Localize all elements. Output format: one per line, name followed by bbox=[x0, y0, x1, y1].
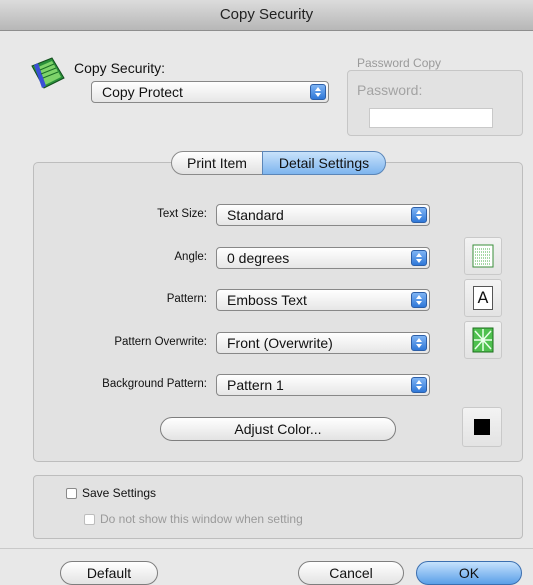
text-size-value: Standard bbox=[227, 207, 284, 223]
color-swatch-fill bbox=[474, 419, 490, 435]
password-field[interactable] bbox=[369, 108, 493, 128]
copy-security-icon bbox=[28, 56, 68, 94]
popup-arrows-icon bbox=[411, 377, 427, 393]
angle-label: Angle: bbox=[174, 251, 207, 263]
do-not-show-checkbox[interactable] bbox=[84, 514, 95, 525]
background-pattern-label: Background Pattern: bbox=[102, 378, 207, 390]
copy-security-value: Copy Protect bbox=[102, 84, 183, 100]
copy-security-label: Copy Security: bbox=[74, 60, 166, 76]
angle-preview-icon bbox=[464, 237, 502, 275]
window-title: Copy Security bbox=[0, 0, 533, 31]
save-settings-checkbox[interactable] bbox=[66, 488, 77, 499]
angle-value: 0 degrees bbox=[227, 250, 290, 266]
save-settings-group bbox=[33, 475, 523, 539]
emboss-text-glyph: A bbox=[473, 286, 493, 310]
pattern-popup[interactable]: Emboss Text bbox=[216, 289, 430, 311]
text-size-popup[interactable]: Standard bbox=[216, 204, 430, 226]
popup-arrows-icon bbox=[411, 250, 427, 266]
password-label: Password: bbox=[357, 82, 423, 98]
adjust-color-button[interactable]: Adjust Color... bbox=[160, 417, 396, 441]
popup-arrows-icon bbox=[411, 335, 427, 351]
tab-detail-settings[interactable]: Detail Settings bbox=[262, 151, 386, 175]
emboss-preview: A bbox=[464, 279, 502, 317]
text-size-label: Text Size: bbox=[157, 208, 207, 220]
popup-arrows-icon bbox=[310, 84, 326, 100]
popup-arrows-icon bbox=[411, 292, 427, 308]
background-pattern-value: Pattern 1 bbox=[227, 377, 284, 393]
background-pattern-popup[interactable]: Pattern 1 bbox=[216, 374, 430, 396]
do-not-show-label: Do not show this window when setting bbox=[100, 512, 303, 526]
pattern-overwrite-label: Pattern Overwrite: bbox=[114, 336, 207, 348]
pattern-value: Emboss Text bbox=[227, 292, 307, 308]
ok-button[interactable]: OK bbox=[416, 561, 522, 585]
bottom-separator bbox=[0, 548, 533, 549]
password-copy-group-label: Password Copy bbox=[357, 56, 442, 70]
popup-arrows-icon bbox=[411, 207, 427, 223]
default-button[interactable]: Default bbox=[60, 561, 158, 585]
copy-security-popup[interactable]: Copy Protect bbox=[91, 81, 329, 103]
pattern-overwrite-value: Front (Overwrite) bbox=[227, 335, 333, 351]
overwrite-preview-icon bbox=[464, 321, 502, 359]
save-settings-label: Save Settings bbox=[82, 486, 157, 500]
color-swatch[interactable] bbox=[462, 407, 502, 447]
tab-print-item[interactable]: Print Item bbox=[171, 151, 263, 175]
pattern-overwrite-popup[interactable]: Front (Overwrite) bbox=[216, 332, 430, 354]
pattern-label: Pattern: bbox=[166, 293, 207, 305]
cancel-button[interactable]: Cancel bbox=[298, 561, 404, 585]
angle-popup[interactable]: 0 degrees bbox=[216, 247, 430, 269]
